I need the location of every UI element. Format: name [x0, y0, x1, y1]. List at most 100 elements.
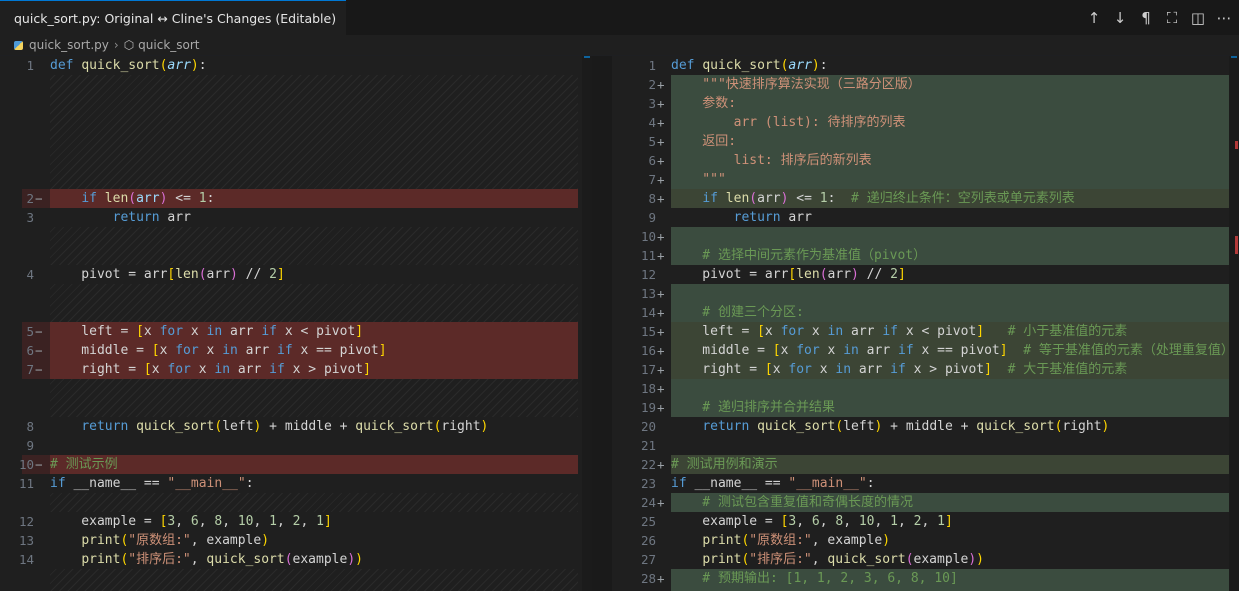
code-line[interactable]: 19 + # 递归排序并合并结果: [612, 398, 1239, 417]
code-line[interactable]: 5 + 返回:: [612, 132, 1239, 151]
added-marker: +: [657, 305, 665, 320]
added-marker: +: [657, 362, 665, 377]
line-number: 2: [26, 191, 34, 206]
line-number: 19: [640, 400, 656, 415]
code-line[interactable]: 15 + left = [x for x in arr if x < pivot]…: [612, 322, 1239, 341]
split-editor-icon[interactable]: ◫: [1185, 9, 1211, 27]
added-marker: +: [657, 324, 665, 339]
code-line[interactable]: 14 print("排序后:", quick_sort(example)): [0, 550, 592, 569]
breadcrumb-file[interactable]: quick_sort.py: [29, 38, 109, 52]
line-number: 7: [648, 172, 656, 187]
code-line[interactable]: 18 +: [612, 379, 1239, 398]
code-line[interactable]: 22 + # 测试用例和演示: [612, 455, 1239, 474]
next-change-icon[interactable]: ↓: [1107, 9, 1133, 27]
breadcrumb-symbol[interactable]: quick_sort: [138, 38, 199, 52]
line-number: 10: [18, 457, 34, 472]
diff-toolbar: ↑ ↓ ¶ ⛶ ◫ ⋯: [1081, 0, 1237, 35]
added-marker: +: [657, 343, 665, 358]
line-text: arr (list): 待排序的列表: [671, 115, 906, 130]
diff-editor-tab[interactable]: quick_sort.py: Original ↔ Cline's Change…: [0, 0, 346, 35]
code-line[interactable]: 2 − if len(arr) <= 1:: [0, 189, 592, 208]
original-editor-pane[interactable]: 1 def quick_sort(arr): 2 − if len(arr) <…: [0, 56, 592, 591]
line-number: 17: [640, 362, 656, 377]
diff-filler: [50, 284, 578, 322]
show-whitespace-icon[interactable]: ¶: [1133, 9, 1159, 27]
line-number: 22: [640, 457, 656, 472]
code-line[interactable]: 9: [0, 436, 592, 455]
scroll-thumb[interactable]: [1231, 56, 1237, 58]
scroll-thumb[interactable]: [584, 56, 590, 58]
added-marker: +: [657, 191, 665, 206]
line-number: 20: [640, 419, 656, 434]
line-text: left = [x for x in arr if x < pivot]: [50, 324, 364, 339]
line-number: 11: [640, 248, 656, 263]
line-number: 13: [640, 286, 656, 301]
code-line[interactable]: 5 − left = [x for x in arr if x < pivot]: [0, 322, 592, 341]
code-line[interactable]: 25 example = [3, 6, 8, 10, 1, 2, 1]: [612, 512, 1239, 531]
code-line[interactable]: 10 − # 测试示例: [0, 455, 592, 474]
added-marker: +: [657, 96, 665, 111]
line-text: def quick_sort(arr):: [50, 58, 207, 73]
code-line[interactable]: 8 + if len(arr) <= 1: # 递归终止条件：空列表或单元素列表: [612, 189, 1239, 208]
added-marker: +: [657, 571, 665, 586]
code-line[interactable]: 11 + # 选择中间元素作为基准值（pivot）: [612, 246, 1239, 265]
code-line[interactable]: 24 + # 测试包含重复值和奇偶长度的情况: [612, 493, 1239, 512]
diff-filler: [50, 493, 578, 512]
overview-ruler[interactable]: [582, 56, 592, 591]
code-line[interactable]: 4 + arr (list): 待排序的列表: [612, 113, 1239, 132]
code-line[interactable]: 6 − middle = [x for x in arr if x == piv…: [0, 341, 592, 360]
code-line[interactable]: 28 + # 预期输出: [1, 1, 2, 3, 6, 8, 10]: [612, 569, 1239, 588]
code-line[interactable]: 23 if __name__ == "__main__":: [612, 474, 1239, 493]
code-line[interactable]: 4 pivot = arr[len(arr) // 2]: [0, 265, 592, 284]
open-book-icon[interactable]: ⛶: [1159, 9, 1185, 27]
code-line[interactable]: 13 print("原数组:", example): [0, 531, 592, 550]
line-number: 8: [26, 419, 34, 434]
diff-filler: [50, 569, 578, 591]
diff-sash[interactable]: [592, 56, 612, 591]
code-line[interactable]: 11 if __name__ == "__main__":: [0, 474, 592, 493]
diff-filler: [50, 379, 578, 417]
code-line[interactable]: 21: [612, 436, 1239, 455]
line-number: 8: [648, 191, 656, 206]
code-line[interactable]: 16 + middle = [x for x in arr if x == piv…: [612, 341, 1239, 360]
line-number: 11: [18, 476, 34, 491]
line-text: list: 排序后的新列表: [671, 153, 872, 168]
code-line[interactable]: 20 return quick_sort(left) + middle + qu…: [612, 417, 1239, 436]
code-line[interactable]: 17 + right = [x for x in arr if x > pivot…: [612, 360, 1239, 379]
code-line[interactable]: 3 + 参数:: [612, 94, 1239, 113]
code-line[interactable]: 2 + """快速排序算法实现（三路分区版）: [612, 75, 1239, 94]
diff-filler: [50, 227, 578, 265]
code-line[interactable]: 8 return quick_sort(left) + middle + qui…: [0, 417, 592, 436]
code-line[interactable]: 1 def quick_sort(arr):: [612, 56, 1239, 75]
code-line[interactable]: 13 +: [612, 284, 1239, 303]
code-line[interactable]: 3 return arr: [0, 208, 592, 227]
line-number: 5: [648, 134, 656, 149]
code-line[interactable]: 12 example = [3, 6, 8, 10, 1, 2, 1]: [0, 512, 592, 531]
code-line[interactable]: 27 print("排序后:", quick_sort(example)): [612, 550, 1239, 569]
previous-change-icon[interactable]: ↑: [1081, 9, 1107, 27]
line-number: 2: [648, 77, 656, 92]
code-line[interactable]: 1 def quick_sort(arr):: [0, 56, 592, 75]
added-marker: +: [657, 495, 665, 510]
added-marker: +: [657, 457, 665, 472]
code-line[interactable]: 7 − right = [x for x in arr if x > pivot…: [0, 360, 592, 379]
line-text: # 测试示例: [50, 457, 118, 472]
modified-editor-pane[interactable]: 1 def quick_sort(arr): 2 + """快速排序算法实现（三路…: [612, 56, 1239, 591]
line-number: 27: [640, 552, 656, 567]
code-line[interactable]: 9 return arr: [612, 208, 1239, 227]
code-line[interactable]: 10 +: [612, 227, 1239, 246]
symbol-method-icon: ⬡: [123, 38, 135, 52]
code-line[interactable]: 6 + list: 排序后的新列表: [612, 151, 1239, 170]
code-line[interactable]: 12 pivot = arr[len(arr) // 2]: [612, 265, 1239, 284]
code-line[interactable]: 14 + # 创建三个分区:: [612, 303, 1239, 322]
overview-ruler[interactable]: [1229, 56, 1239, 591]
line-text: left = [x for x in arr if x < pivot] # 小…: [671, 324, 1128, 339]
change-marker: [1235, 141, 1238, 149]
line-number: 10: [640, 229, 656, 244]
code-line[interactable]: 26 print("原数组:", example): [612, 531, 1239, 550]
tab-title: quick_sort.py: Original ↔ Cline's Change…: [14, 10, 337, 26]
line-number: 14: [18, 552, 34, 567]
line-text: print("排序后:", quick_sort(example)): [81, 552, 363, 567]
code-line[interactable]: 7 + """: [612, 170, 1239, 189]
more-actions-icon[interactable]: ⋯: [1211, 9, 1237, 27]
